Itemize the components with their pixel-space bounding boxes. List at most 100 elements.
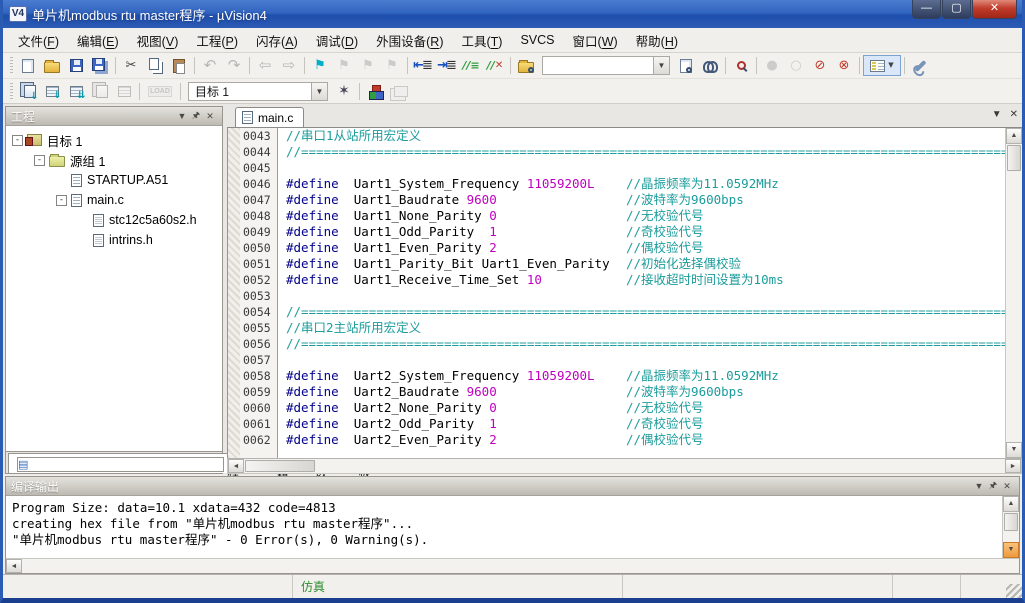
inline-comment: //波特率为9600bps	[626, 192, 744, 208]
comment-selection-button[interactable]: //≡	[459, 55, 483, 76]
scroll-up-button[interactable]: ▲	[1006, 128, 1022, 144]
project-panel-menu-button[interactable]: ▼	[175, 111, 189, 121]
output-panel-close-button[interactable]: ✕	[1000, 481, 1014, 492]
output-scroll-up-button[interactable]: ▲	[1003, 496, 1019, 512]
tree-expander-icon[interactable]: -	[56, 195, 67, 206]
menu-item-view[interactable]: 视图(V)	[128, 28, 188, 53]
search-dropdown-arrow[interactable]: ▼	[653, 57, 669, 74]
undo-button[interactable]: ↶	[198, 55, 222, 76]
close-button[interactable]: ✕	[972, 0, 1017, 19]
start-debug-button[interactable]	[363, 81, 387, 102]
find-button[interactable]	[698, 55, 722, 76]
tree-expander-icon[interactable]: -	[12, 135, 23, 146]
target-select-combobox[interactable]: 目标 1 ▼	[188, 82, 328, 101]
redo-button[interactable]: ↷	[222, 55, 246, 76]
menu-item-file[interactable]: 文件(F)	[9, 28, 68, 53]
cut-button[interactable]: ✂	[119, 55, 143, 76]
target-dropdown-arrow[interactable]: ▼	[311, 83, 327, 100]
configure-tools-button[interactable]	[908, 55, 932, 76]
build-target-button[interactable]: ⇓	[40, 81, 64, 102]
menu-item-flash[interactable]: 闪存(A)	[247, 28, 307, 53]
magnifier-icon	[737, 61, 746, 70]
paste-button[interactable]	[167, 55, 191, 76]
menu-item-window[interactable]: 窗口(W)	[564, 28, 627, 53]
output-horizontal-scrollbar[interactable]: ◄	[6, 558, 1019, 573]
enable-disable-breakpoint-button[interactable]: ○	[784, 55, 808, 76]
find-in-files-button[interactable]	[514, 55, 538, 76]
scroll-left-button[interactable]: ◄	[228, 459, 244, 473]
horizontal-scroll-thumb[interactable]	[245, 460, 315, 472]
uvision-app-icon[interactable]: V4	[9, 6, 27, 22]
rebuild-all-button[interactable]: ⇊	[64, 81, 88, 102]
panel-tab-project[interactable]: ▤工程	[8, 453, 257, 473]
search-combobox[interactable]: ▼	[542, 56, 670, 75]
tab-main-c[interactable]: main.c	[235, 107, 304, 127]
find-in-files-doc-button[interactable]	[674, 55, 698, 76]
menu-item-help[interactable]: 帮助(H)	[627, 28, 687, 53]
scissors-icon: ✂	[126, 59, 137, 72]
download-flash-button[interactable]: LOAD	[143, 81, 177, 102]
menu-item-svcs[interactable]: SVCS	[511, 30, 563, 50]
save-all-button[interactable]	[88, 55, 112, 76]
indent-button[interactable]: ⇥≣	[435, 55, 459, 76]
tree-item-main-c[interactable]: -main.c	[6, 190, 222, 210]
batch-build-button[interactable]	[88, 81, 112, 102]
editor-horizontal-scrollbar[interactable]: ◄ ►	[227, 458, 1022, 474]
menu-item-edit[interactable]: 编辑(E)	[68, 28, 128, 53]
next-bookmark-button[interactable]: ⚑	[356, 55, 380, 76]
menu-item-tools[interactable]: 工具(T)	[452, 28, 511, 53]
toggle-breakpoint-button[interactable]: ●	[760, 55, 784, 76]
tree-item-startup-a51[interactable]: STARTUP.A51	[6, 170, 222, 190]
clear-bookmarks-button[interactable]: ⚑	[380, 55, 404, 76]
open-file-button[interactable]	[40, 55, 64, 76]
output-vertical-scrollbar[interactable]: ▲ ▼	[1002, 496, 1019, 558]
stop-build-icon	[118, 86, 131, 97]
title-bar[interactable]: V4 单片机modbus rtu master程序 - µVision4 — ▢…	[3, 0, 1022, 28]
resize-grip[interactable]	[1006, 584, 1022, 598]
scroll-down-button[interactable]: ▼	[1006, 442, 1022, 458]
save-button[interactable]	[64, 55, 88, 76]
uncomment-selection-button[interactable]: //✕	[483, 55, 507, 76]
disable-all-breakpoints-button[interactable]: ⊘	[808, 55, 832, 76]
new-file-button[interactable]	[16, 55, 40, 76]
configure-target-button[interactable]: ✶	[332, 81, 356, 102]
tree-item-stc12c5a60s2-h[interactable]: stc12c5a60s2.h	[6, 210, 222, 230]
unindent-button[interactable]: ⇤≣	[411, 55, 435, 76]
output-scroll-down-button[interactable]: ▼	[1003, 542, 1019, 558]
tree-expander-icon[interactable]: -	[34, 155, 45, 166]
tree-item-intrins-h[interactable]: intrins.h	[6, 230, 222, 250]
stop-build-button[interactable]	[112, 81, 136, 102]
translate-file-button[interactable]: ⇓	[16, 81, 40, 102]
output-scroll-thumb[interactable]	[1004, 513, 1018, 531]
editor-vertical-scrollbar[interactable]: ▲ ▼	[1005, 128, 1022, 458]
project-panel-pin-button[interactable]: 🖈	[189, 108, 203, 124]
document-close-button[interactable]: ✕	[1010, 109, 1018, 120]
navigate-back-button[interactable]: ⇦	[253, 55, 277, 76]
project-tree[interactable]: -目标 1-源组 1STARTUP.A51-main.cstc12c5a60s2…	[6, 126, 222, 451]
prev-bookmark-button[interactable]: ⚑	[332, 55, 356, 76]
menu-item-debug[interactable]: 调试(D)	[307, 28, 367, 53]
output-panel-menu-button[interactable]: ▼	[972, 481, 986, 491]
scroll-right-button[interactable]: ►	[1005, 459, 1021, 473]
source-group-folder-icon	[49, 156, 65, 167]
incremental-find-button[interactable]	[729, 55, 753, 76]
copy-button[interactable]	[143, 55, 167, 76]
project-panel-close-button[interactable]: ✕	[203, 111, 217, 122]
menu-item-peripherals[interactable]: 外围设备(R)	[367, 28, 452, 53]
output-scroll-left-button[interactable]: ◄	[6, 559, 22, 573]
maximize-button[interactable]: ▢	[942, 0, 971, 19]
document-list-button[interactable]: ▼	[992, 109, 1002, 120]
vertical-scroll-thumb[interactable]	[1007, 145, 1021, 171]
output-panel-pin-button[interactable]: 🖈	[986, 478, 1000, 494]
manage-components-button[interactable]	[387, 81, 411, 102]
kill-all-breakpoints-button[interactable]: ⊗	[832, 55, 856, 76]
menu-item-project[interactable]: 工程(P)	[187, 28, 247, 53]
window-layout-button[interactable]: ▼	[863, 55, 901, 76]
code-editor[interactable]: 0043//串口1从站所用宏定义0044//==================…	[228, 128, 1005, 458]
toggle-bookmark-button[interactable]: ⚑	[308, 55, 332, 76]
output-scroll-track[interactable]	[22, 559, 1019, 573]
navigate-forward-button[interactable]: ⇨	[277, 55, 301, 76]
tree-item-source-group-1[interactable]: -源组 1	[6, 150, 222, 170]
tree-item-target-1[interactable]: -目标 1	[6, 130, 222, 150]
minimize-button[interactable]: —	[912, 0, 941, 19]
